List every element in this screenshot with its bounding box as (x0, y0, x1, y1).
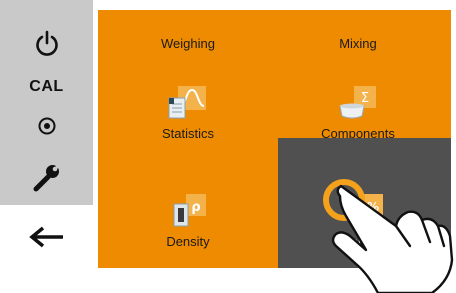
menu-item-density[interactable]: ρ Density (108, 190, 268, 262)
svg-text:ρ: ρ (191, 200, 200, 215)
menu-item-statistics[interactable]: Statistics (108, 82, 268, 154)
sidebar: CAL (0, 0, 93, 293)
target-icon (38, 117, 55, 135)
target-button[interactable] (0, 108, 93, 144)
menu-item-percent[interactable]: % Percent (278, 138, 451, 268)
svg-text:Σ: Σ (361, 91, 369, 106)
mixing-label: Mixing (339, 36, 377, 51)
weighing-label: Weighing (161, 36, 215, 51)
menu-item-mixing[interactable]: Mixing (278, 28, 438, 68)
percent-icon: % (362, 194, 383, 216)
left-arrow-icon (28, 226, 63, 248)
settings-button[interactable] (0, 155, 93, 199)
components-icon: Σ (339, 86, 376, 119)
cal-button[interactable]: CAL (0, 70, 93, 104)
svg-text:%: % (366, 200, 378, 214)
density-label: Density (166, 234, 210, 249)
power-button[interactable] (0, 22, 93, 66)
cal-label: CAL (29, 78, 64, 95)
application-menu: Weighing Mixing Statistics Σ Components (98, 10, 451, 268)
statistics-label: Statistics (161, 126, 214, 141)
percent-label: Percent (342, 234, 387, 249)
density-icon: ρ (173, 194, 206, 227)
back-button[interactable] (0, 215, 93, 259)
power-icon (35, 30, 58, 56)
wrench-icon (33, 163, 61, 192)
menu-item-weighing[interactable]: Weighing (108, 28, 268, 68)
statistics-icon (168, 86, 206, 119)
